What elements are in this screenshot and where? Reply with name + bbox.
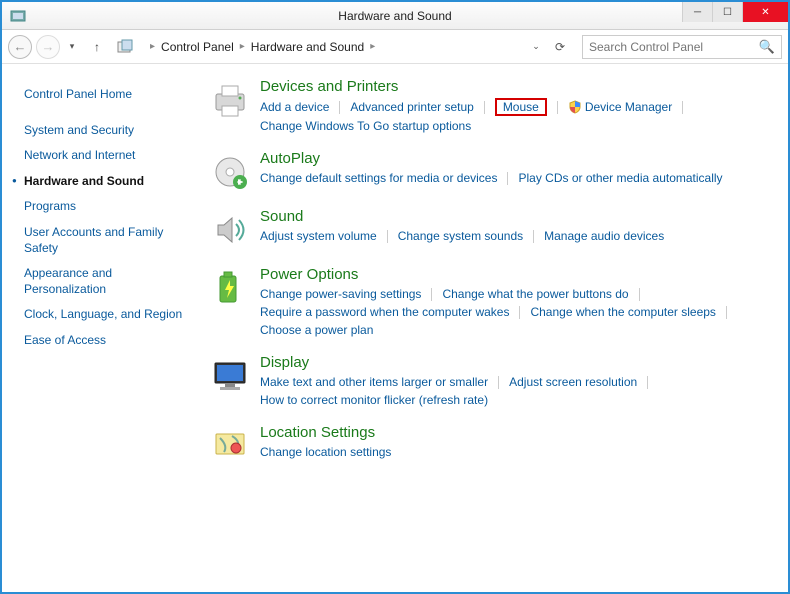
search-box[interactable]: 🔍 xyxy=(582,35,782,59)
divider xyxy=(431,288,432,301)
content-area: Devices and Printers Add a device Advanc… xyxy=(202,64,788,590)
link-windows-togo[interactable]: Change Windows To Go startup options xyxy=(260,118,471,134)
monitor-icon xyxy=(210,356,250,396)
section-title-location[interactable]: Location Settings xyxy=(260,424,770,441)
sidebar-item-ease[interactable]: Ease of Access xyxy=(24,328,192,354)
section-title-devices[interactable]: Devices and Printers xyxy=(260,78,770,95)
shield-icon xyxy=(568,100,582,114)
path-dropdown[interactable]: ⌄ xyxy=(528,36,544,58)
link-audio-devices[interactable]: Manage audio devices xyxy=(544,228,664,244)
link-power-buttons[interactable]: Change what the power buttons do xyxy=(442,286,628,302)
search-icon: 🔍 xyxy=(759,39,775,55)
close-button[interactable]: ✕ xyxy=(742,2,788,22)
location-icon xyxy=(210,426,250,466)
refresh-button[interactable]: ⟳ xyxy=(548,36,572,58)
app-icon xyxy=(10,8,26,24)
chevron-right-icon: ▸ xyxy=(150,41,155,52)
link-mouse[interactable]: Mouse xyxy=(495,98,547,116)
link-require-password[interactable]: Require a password when the computer wak… xyxy=(260,304,509,320)
chevron-right-icon: ▸ xyxy=(240,41,245,52)
printer-icon xyxy=(210,80,250,120)
section-title-power[interactable]: Power Options xyxy=(260,266,770,283)
section-title-autoplay[interactable]: AutoPlay xyxy=(260,150,770,167)
divider xyxy=(507,172,508,185)
link-play-cds[interactable]: Play CDs or other media automatically xyxy=(518,170,722,186)
sidebar-home[interactable]: Control Panel Home xyxy=(24,82,192,108)
section-devices-printers: Devices and Printers Add a device Advanc… xyxy=(210,78,770,134)
link-device-manager-label: Device Manager xyxy=(585,100,672,114)
search-input[interactable] xyxy=(589,40,759,54)
link-advanced-printer[interactable]: Advanced printer setup xyxy=(350,99,473,115)
section-sound: Sound Adjust system volume Change system… xyxy=(210,208,770,250)
back-button[interactable]: ← xyxy=(8,35,32,59)
divider xyxy=(647,376,648,389)
divider xyxy=(533,230,534,243)
window-controls: ─ ☐ ✕ xyxy=(682,2,788,22)
divider xyxy=(484,101,485,114)
maximize-button[interactable]: ☐ xyxy=(712,2,742,22)
navbar: ← → ▾ ↑ ▸ Control Panel ▸ Hardware and S… xyxy=(2,30,788,64)
link-change-defaults[interactable]: Change default settings for media or dev… xyxy=(260,170,497,186)
forward-button[interactable]: → xyxy=(36,35,60,59)
titlebar: Hardware and Sound ─ ☐ ✕ xyxy=(2,2,788,30)
up-button[interactable]: ↑ xyxy=(88,38,106,56)
divider xyxy=(498,376,499,389)
sidebar-item-user-accounts[interactable]: User Accounts and Family Safety xyxy=(24,220,192,261)
minimize-button[interactable]: ─ xyxy=(682,2,712,22)
section-autoplay: AutoPlay Change default settings for med… xyxy=(210,150,770,192)
power-icon xyxy=(210,268,250,308)
divider xyxy=(557,101,558,114)
link-device-manager[interactable]: Device Manager xyxy=(568,99,672,115)
link-system-sounds[interactable]: Change system sounds xyxy=(398,228,523,244)
link-change-location[interactable]: Change location settings xyxy=(260,444,391,460)
section-display: Display Make text and other items larger… xyxy=(210,354,770,408)
sidebar-item-programs[interactable]: Programs xyxy=(24,194,192,220)
sidebar-item-network[interactable]: Network and Internet xyxy=(24,143,192,169)
link-add-device[interactable]: Add a device xyxy=(260,99,329,115)
sidebar-item-clock[interactable]: Clock, Language, and Region xyxy=(24,302,192,328)
section-power: Power Options Change power-saving settin… xyxy=(210,266,770,338)
path-icon xyxy=(117,38,135,56)
history-dropdown[interactable]: ▾ xyxy=(64,36,80,58)
chevron-right-icon: ▸ xyxy=(370,41,375,52)
autoplay-icon xyxy=(210,152,250,192)
sidebar-item-system-security[interactable]: System and Security xyxy=(24,118,192,144)
speaker-icon xyxy=(210,210,250,250)
window-title: Hardware and Sound xyxy=(338,9,451,23)
link-power-plan[interactable]: Choose a power plan xyxy=(260,322,373,338)
divider xyxy=(519,306,520,319)
link-text-larger[interactable]: Make text and other items larger or smal… xyxy=(260,374,488,390)
divider xyxy=(682,101,683,114)
link-power-saving[interactable]: Change power-saving settings xyxy=(260,286,421,302)
link-volume[interactable]: Adjust system volume xyxy=(260,228,377,244)
breadcrumb-item[interactable]: Control Panel xyxy=(161,40,234,54)
divider xyxy=(639,288,640,301)
breadcrumb-item[interactable]: Hardware and Sound xyxy=(251,40,364,54)
sidebar-item-hardware-sound[interactable]: Hardware and Sound xyxy=(24,169,192,195)
divider xyxy=(339,101,340,114)
breadcrumb[interactable]: ▸ Control Panel ▸ Hardware and Sound ▸ xyxy=(142,35,524,59)
divider xyxy=(726,306,727,319)
link-resolution[interactable]: Adjust screen resolution xyxy=(509,374,637,390)
section-location: Location Settings Change location settin… xyxy=(210,424,770,466)
link-flicker[interactable]: How to correct monitor flicker (refresh … xyxy=(260,392,488,408)
sidebar: Control Panel Home System and Security N… xyxy=(2,64,202,590)
section-title-sound[interactable]: Sound xyxy=(260,208,770,225)
sidebar-item-appearance[interactable]: Appearance and Personalization xyxy=(24,261,192,302)
link-sleeps[interactable]: Change when the computer sleeps xyxy=(530,304,715,320)
section-title-display[interactable]: Display xyxy=(260,354,770,371)
divider xyxy=(387,230,388,243)
